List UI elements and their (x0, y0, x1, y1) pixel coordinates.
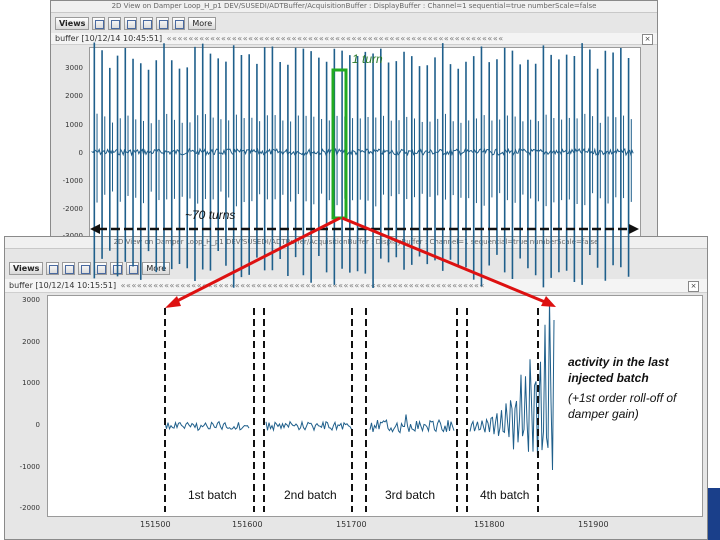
batch-label-3: 3rd batch (385, 488, 436, 502)
rolloff-text: (+1st order roll-off of damper gain) (568, 391, 677, 421)
activity-label: activity in the last injected batch (568, 354, 688, 386)
signal-overlay (90, 42, 639, 512)
bottom-signal-batch-3 (369, 414, 455, 434)
activity-text: activity in the last injected batch (568, 355, 669, 385)
top-signal-baseline (91, 147, 634, 157)
rolloff-label: (+1st order roll-off of damper gain) (568, 390, 686, 422)
bottom-signal-batch-2 (265, 420, 352, 433)
top-signal-series (91, 42, 634, 288)
batch-marker-lines (164, 308, 539, 512)
bottom-signal-batch-4 (469, 299, 555, 471)
batch-label-2: 2nd batch (284, 488, 337, 502)
bottom-signal-series (164, 299, 555, 471)
one-turn-label: 1 turn (352, 52, 383, 66)
seventy-turns-label: ~70 turns (185, 208, 236, 222)
bottom-signal-batch-1 (164, 420, 250, 432)
batch-label-4: 4th batch (480, 488, 530, 502)
batch-label-1: 1st batch (188, 488, 237, 502)
